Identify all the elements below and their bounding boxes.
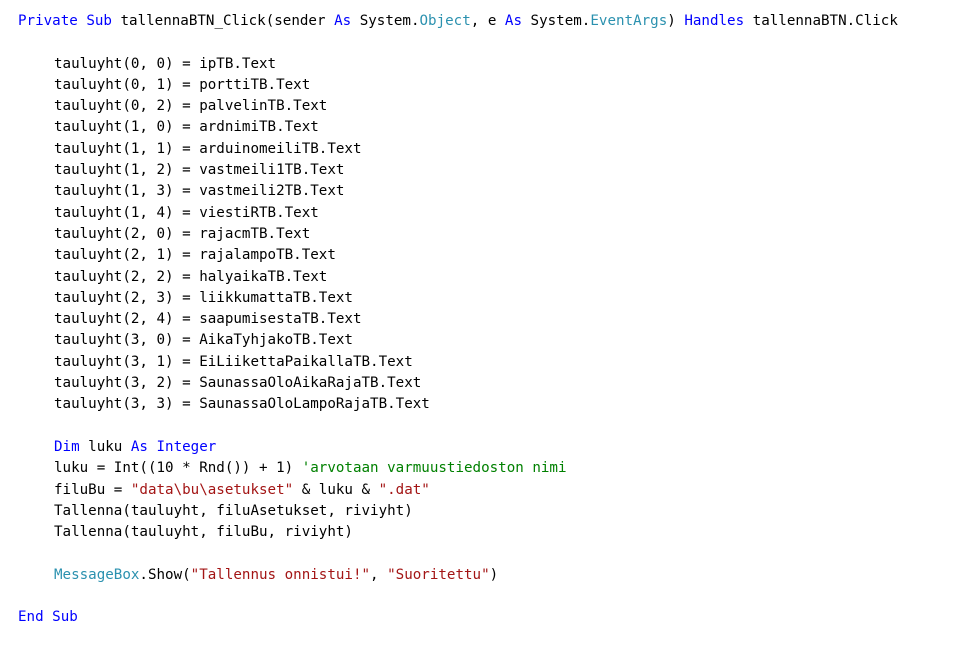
code-line[interactable]: tauluyht(0, 2) = palvelinTB.Text xyxy=(0,96,956,117)
keyword-token: Dim xyxy=(54,438,80,455)
code-text: filuBu = xyxy=(54,481,131,498)
type-token: Object xyxy=(419,13,471,29)
code-text: ) xyxy=(489,566,499,583)
keyword-token: End xyxy=(18,609,44,626)
string-token: ".dat" xyxy=(378,481,430,498)
code-line[interactable]: tauluyht(0, 1) = porttiTB.Text xyxy=(0,75,956,96)
keyword-token: Integer xyxy=(156,438,217,455)
code-line[interactable]: tauluyht(2, 2) = halyaikaTB.Text xyxy=(0,267,956,288)
code-text: tauluyht(3, 2) = SaunassaOloAikaRajaTB.T… xyxy=(54,375,422,392)
code-line[interactable]: tauluyht(3, 2) = SaunassaOloAikaRajaTB.T… xyxy=(0,373,956,394)
code-text: & luku & xyxy=(293,481,379,498)
code-text: tauluyht(1, 2) = vastmeili1TB.Text xyxy=(54,162,345,179)
string-token: "data\bu\asetukset" xyxy=(130,481,294,498)
code-text: .Show( xyxy=(139,566,191,583)
code-text: tauluyht(1, 4) = viestiRTB.Text xyxy=(54,204,319,221)
code-line[interactable]: tauluyht(2, 4) = saapumisestaTB.Text xyxy=(0,309,956,330)
code-line[interactable]: Dim luku As Integer xyxy=(0,437,956,458)
keyword-token: Sub xyxy=(52,609,78,626)
code-text: tauluyht(0, 0) = ipTB.Text xyxy=(54,55,277,72)
code-text: tauluyht(0, 2) = palvelinTB.Text xyxy=(54,98,328,115)
code-text: tallennaBTN.Click xyxy=(744,13,898,29)
code-line[interactable] xyxy=(0,586,956,607)
code-text: ) xyxy=(667,13,685,29)
keyword-token: Private xyxy=(18,13,78,29)
code-text: tauluyht(2, 0) = rajacmTB.Text xyxy=(54,225,311,242)
code-text: tauluyht(0, 1) = porttiTB.Text xyxy=(54,76,311,93)
code-line[interactable]: luku = Int((10 * Rnd()) + 1) 'arvotaan v… xyxy=(0,458,956,479)
code-text: tauluyht(2, 4) = saapumisestaTB.Text xyxy=(54,311,362,328)
keyword-token: As xyxy=(130,438,148,455)
code-line[interactable] xyxy=(0,543,956,564)
code-line[interactable] xyxy=(0,416,956,437)
code-line[interactable]: Private Sub tallennaBTN_Click(sender As … xyxy=(0,11,956,32)
code-text: tauluyht(1, 0) = ardnimiTB.Text xyxy=(54,119,319,136)
code-text: Tallenna(tauluyht, filuAsetukset, riviyh… xyxy=(54,502,413,519)
code-text: , e xyxy=(470,13,505,29)
code-line[interactable]: Tallenna(tauluyht, filuBu, riviyht) xyxy=(0,522,956,543)
string-token: "Suoritettu" xyxy=(387,566,490,583)
code-text: tallennaBTN_Click(sender xyxy=(111,13,335,29)
keyword-token: Handles xyxy=(684,13,745,29)
code-text: tauluyht(2, 3) = liikkumattaTB.Text xyxy=(54,289,353,306)
code-line[interactable]: tauluyht(2, 1) = rajalampoTB.Text xyxy=(0,245,956,266)
code-line[interactable]: tauluyht(1, 1) = arduinomeiliTB.Text xyxy=(0,139,956,160)
code-editor[interactable]: Private Sub tallennaBTN_Click(sender As … xyxy=(0,0,956,648)
code-line[interactable]: tauluyht(3, 0) = AikaTyhjakoTB.Text xyxy=(0,330,956,351)
code-line[interactable]: MessageBox.Show("Tallennus onnistui!", "… xyxy=(0,565,956,586)
code-text: tauluyht(2, 1) = rajalampoTB.Text xyxy=(54,247,336,264)
type-token: EventArgs xyxy=(590,13,668,29)
code-text: tauluyht(2, 2) = halyaikaTB.Text xyxy=(54,268,328,285)
code-text: System. xyxy=(522,13,591,29)
code-text: tauluyht(3, 1) = EiLiikettaPaikallaTB.Te… xyxy=(54,353,413,370)
code-line[interactable]: tauluyht(2, 3) = liikkumattaTB.Text xyxy=(0,288,956,309)
code-text: tauluyht(1, 1) = arduinomeiliTB.Text xyxy=(54,140,362,157)
code-text: tauluyht(3, 3) = SaunassaOloLampoRajaTB.… xyxy=(54,396,430,413)
keyword-token: As xyxy=(334,13,352,29)
code-line[interactable]: tauluyht(1, 2) = vastmeili1TB.Text xyxy=(0,160,956,181)
code-text: , xyxy=(370,566,388,583)
keyword-token: Sub xyxy=(86,13,112,29)
code-text: Tallenna(tauluyht, filuBu, riviyht) xyxy=(54,524,353,541)
code-line[interactable]: tauluyht(1, 0) = ardnimiTB.Text xyxy=(0,117,956,138)
code-line[interactable]: Tallenna(tauluyht, filuAsetukset, riviyh… xyxy=(0,501,956,522)
code-line[interactable]: tauluyht(3, 1) = EiLiikettaPaikallaTB.Te… xyxy=(0,352,956,373)
code-line[interactable]: End Sub xyxy=(0,607,956,628)
code-line[interactable]: tauluyht(0, 0) = ipTB.Text xyxy=(0,54,956,75)
code-line[interactable]: tauluyht(1, 3) = vastmeili2TB.Text xyxy=(0,181,956,202)
keyword-token: As xyxy=(504,13,523,29)
code-text: luku xyxy=(79,438,131,455)
code-line[interactable]: tauluyht(2, 0) = rajacmTB.Text xyxy=(0,224,956,245)
code-text: tauluyht(3, 0) = AikaTyhjakoTB.Text xyxy=(54,332,353,349)
code-line[interactable] xyxy=(0,32,956,53)
code-line[interactable]: tauluyht(3, 3) = SaunassaOloLampoRajaTB.… xyxy=(0,394,956,415)
code-text: System. xyxy=(351,13,420,29)
code-text: tauluyht(1, 3) = vastmeili2TB.Text xyxy=(54,183,345,200)
comment-token: 'arvotaan varmuustiedoston nimi xyxy=(301,460,567,477)
string-token: "Tallennus onnistui!" xyxy=(190,566,371,583)
code-line[interactable]: filuBu = "data\bu\asetukset" & luku & ".… xyxy=(0,480,956,501)
code-text: luku = Int((10 * Rnd()) + 1) xyxy=(54,460,302,477)
code-line[interactable]: tauluyht(1, 4) = viestiRTB.Text xyxy=(0,203,956,224)
type-token: MessageBox xyxy=(54,566,140,583)
